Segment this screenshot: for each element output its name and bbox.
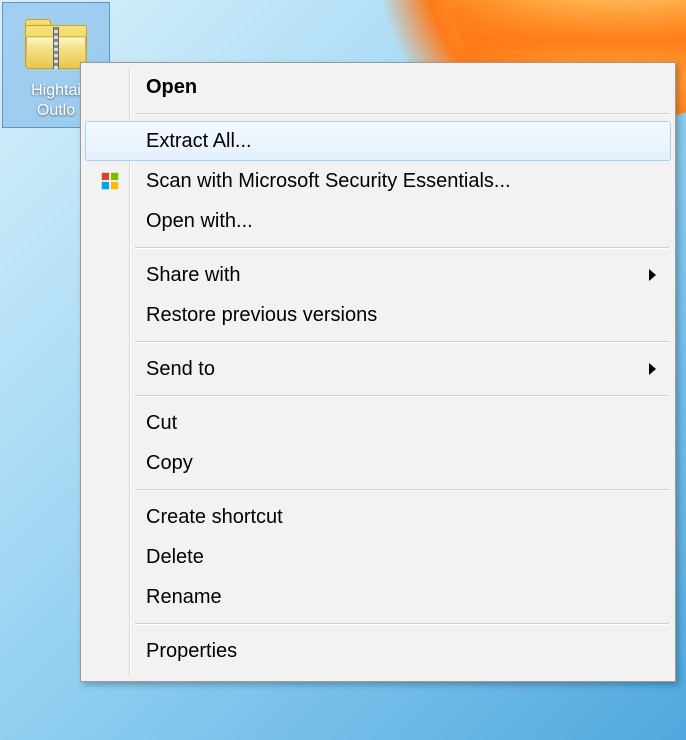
menu-item-open-with[interactable]: Open with... <box>85 201 671 241</box>
menu-separator <box>135 113 669 115</box>
submenu-arrow-icon <box>649 363 656 375</box>
menu-item-label: Open with... <box>146 210 253 233</box>
menu-item-label: Send to <box>146 358 215 381</box>
menu-item-properties[interactable]: Properties <box>85 631 671 671</box>
menu-item-label: Create shortcut <box>146 506 283 529</box>
submenu-arrow-icon <box>649 269 656 281</box>
menu-item-label: Share with <box>146 264 241 287</box>
context-menu: Open Extract All... Scan with Microsoft … <box>80 62 676 682</box>
menu-item-label: Copy <box>146 452 193 475</box>
menu-item-cut[interactable]: Cut <box>85 403 671 443</box>
menu-item-label: Cut <box>146 412 177 435</box>
menu-item-share-with[interactable]: Share with <box>85 255 671 295</box>
menu-item-label: Restore previous versions <box>146 304 377 327</box>
menu-item-rename[interactable]: Rename <box>85 577 671 617</box>
menu-item-label: Open <box>146 76 197 99</box>
menu-item-restore-previous[interactable]: Restore previous versions <box>85 295 671 335</box>
menu-item-label: Delete <box>146 546 204 569</box>
menu-item-open[interactable]: Open <box>85 67 671 107</box>
menu-item-label: Extract All... <box>146 130 252 153</box>
menu-item-scan-mse[interactable]: Scan with Microsoft Security Essentials.… <box>85 161 671 201</box>
menu-separator <box>135 623 669 625</box>
menu-separator <box>135 341 669 343</box>
menu-separator <box>135 247 669 249</box>
menu-item-label: Rename <box>146 586 222 609</box>
menu-item-send-to[interactable]: Send to <box>85 349 671 389</box>
menu-item-copy[interactable]: Copy <box>85 443 671 483</box>
menu-separator <box>135 489 669 491</box>
menu-item-delete[interactable]: Delete <box>85 537 671 577</box>
menu-item-label: Properties <box>146 640 237 663</box>
menu-item-label: Scan with Microsoft Security Essentials.… <box>146 170 511 193</box>
menu-item-extract-all[interactable]: Extract All... <box>85 121 671 161</box>
menu-item-create-shortcut[interactable]: Create shortcut <box>85 497 671 537</box>
menu-separator <box>135 395 669 397</box>
mse-shield-icon <box>98 169 122 193</box>
